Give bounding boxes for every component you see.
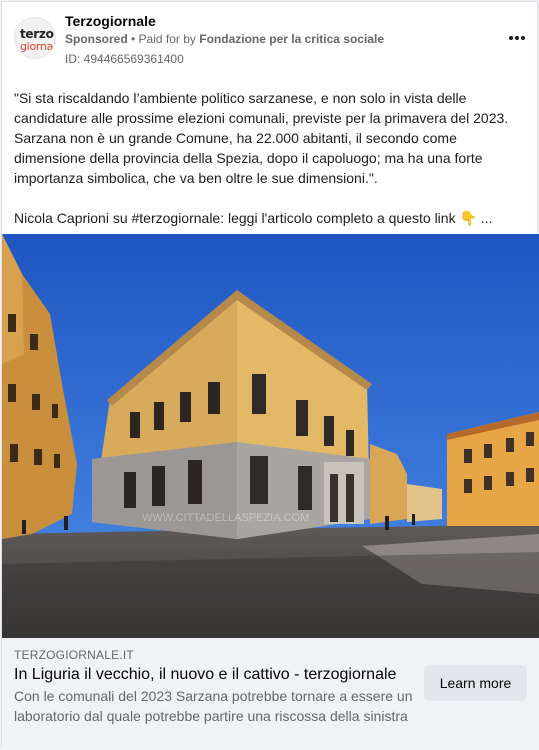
ad-id: ID: 494466569361400 [65, 52, 184, 66]
sponsor-line: Sponsored • Paid for by Fondazione per l… [65, 32, 384, 46]
link-domain: TERZOGIORNALE.IT [14, 648, 134, 662]
avatar-logo-bottom: giornale [20, 40, 56, 53]
post-body: "Si sta riscaldando l’ambiente politico … [14, 88, 529, 228]
ad-post-card: terzo giornale Terzogiornale Sponsored •… [1, 1, 539, 748]
post-header: terzo giornale Terzogiornale Sponsored •… [14, 12, 529, 68]
post-paragraph-2[interactable]: Nicola Caprioni su #terzogiornale: leggi… [14, 208, 529, 228]
sponsored-label: Sponsored [65, 32, 128, 46]
page-avatar[interactable]: terzo giornale [14, 17, 56, 59]
post-image[interactable]: WWW.CITTADELLASPEZIA.COM [2, 234, 539, 638]
image-watermark: WWW.CITTADELLASPEZIA.COM [142, 512, 309, 524]
learn-more-button[interactable]: Learn more [424, 665, 527, 701]
link-description: Con le comunali del 2023 Sarzana potrebb… [14, 688, 413, 724]
link-preview[interactable]: TERZOGIORNALE.IT In Liguria il vecchio, … [2, 638, 539, 748]
payer-name: Fondazione per la critica sociale [199, 32, 384, 46]
paid-for-label: • Paid for by [131, 32, 196, 46]
link-headline[interactable]: In Liguria il vecchio, il nuovo e il cat… [14, 665, 414, 685]
post-paragraph-1: "Si sta riscaldando l’ambiente politico … [14, 90, 509, 186]
page-name-link[interactable]: Terzogiornale [65, 13, 156, 29]
avatar-logo-top: terzo [20, 27, 54, 41]
more-options-icon[interactable] [505, 26, 529, 50]
